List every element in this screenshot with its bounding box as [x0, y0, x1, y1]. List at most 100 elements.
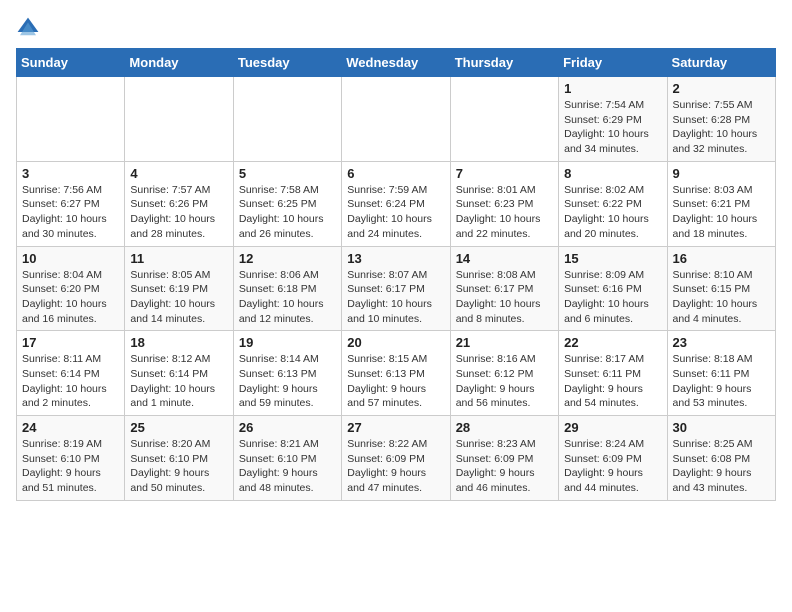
day-of-week-header: Wednesday	[342, 49, 450, 77]
day-number: 2	[673, 81, 770, 96]
day-info: Sunrise: 8:14 AM Sunset: 6:13 PM Dayligh…	[239, 352, 336, 411]
calendar-cell: 4 Sunrise: 7:57 AM Sunset: 6:26 PM Daylig…	[125, 161, 233, 246]
calendar-cell: 18 Sunrise: 8:12 AM Sunset: 6:14 PM Dayli…	[125, 331, 233, 416]
day-number: 4	[130, 166, 227, 181]
day-info: Sunrise: 8:09 AM Sunset: 6:16 PM Dayligh…	[564, 268, 661, 327]
calendar-cell: 6 Sunrise: 7:59 AM Sunset: 6:24 PM Daylig…	[342, 161, 450, 246]
day-number: 20	[347, 335, 444, 350]
day-info: Sunrise: 8:21 AM Sunset: 6:10 PM Dayligh…	[239, 437, 336, 496]
day-number: 8	[564, 166, 661, 181]
day-info: Sunrise: 7:58 AM Sunset: 6:25 PM Dayligh…	[239, 183, 336, 242]
calendar-cell: 8 Sunrise: 8:02 AM Sunset: 6:22 PM Daylig…	[559, 161, 667, 246]
day-number: 29	[564, 420, 661, 435]
logo-icon	[16, 16, 40, 40]
day-number: 11	[130, 251, 227, 266]
day-info: Sunrise: 8:06 AM Sunset: 6:18 PM Dayligh…	[239, 268, 336, 327]
day-number: 25	[130, 420, 227, 435]
day-of-week-header: Saturday	[667, 49, 775, 77]
day-info: Sunrise: 8:17 AM Sunset: 6:11 PM Dayligh…	[564, 352, 661, 411]
day-info: Sunrise: 8:12 AM Sunset: 6:14 PM Dayligh…	[130, 352, 227, 411]
calendar-cell	[17, 77, 125, 162]
day-info: Sunrise: 8:01 AM Sunset: 6:23 PM Dayligh…	[456, 183, 553, 242]
day-number: 13	[347, 251, 444, 266]
calendar-cell: 13Sunrise: 8:07 AM Sunset: 6:17 PM Dayli…	[342, 246, 450, 331]
calendar-cell: 3 Sunrise: 7:56 AM Sunset: 6:27 PM Daylig…	[17, 161, 125, 246]
calendar-cell: 9 Sunrise: 8:03 AM Sunset: 6:21 PM Daylig…	[667, 161, 775, 246]
day-number: 1	[564, 81, 661, 96]
calendar-cell	[125, 77, 233, 162]
day-number: 17	[22, 335, 119, 350]
calendar-cell: 7 Sunrise: 8:01 AM Sunset: 6:23 PM Daylig…	[450, 161, 558, 246]
day-info: Sunrise: 7:55 AM Sunset: 6:28 PM Dayligh…	[673, 98, 770, 157]
day-info: Sunrise: 8:20 AM Sunset: 6:10 PM Dayligh…	[130, 437, 227, 496]
day-info: Sunrise: 8:05 AM Sunset: 6:19 PM Dayligh…	[130, 268, 227, 327]
day-number: 27	[347, 420, 444, 435]
calendar-cell: 16 Sunrise: 8:10 AM Sunset: 6:15 PM Dayli…	[667, 246, 775, 331]
day-number: 19	[239, 335, 336, 350]
calendar-cell: 30 Sunrise: 8:25 AM Sunset: 6:08 PM Dayli…	[667, 416, 775, 501]
calendar-cell: 23 Sunrise: 8:18 AM Sunset: 6:11 PM Dayli…	[667, 331, 775, 416]
calendar-cell: 20 Sunrise: 8:15 AM Sunset: 6:13 PM Dayli…	[342, 331, 450, 416]
calendar-cell: 27 Sunrise: 8:22 AM Sunset: 6:09 PM Dayli…	[342, 416, 450, 501]
day-number: 6	[347, 166, 444, 181]
day-of-week-header: Sunday	[17, 49, 125, 77]
calendar-cell: 29 Sunrise: 8:24 AM Sunset: 6:09 PM Dayli…	[559, 416, 667, 501]
day-number: 26	[239, 420, 336, 435]
day-info: Sunrise: 8:10 AM Sunset: 6:15 PM Dayligh…	[673, 268, 770, 327]
calendar-cell: 22 Sunrise: 8:17 AM Sunset: 6:11 PM Dayli…	[559, 331, 667, 416]
day-number: 9	[673, 166, 770, 181]
day-info: Sunrise: 8:04 AM Sunset: 6:20 PM Dayligh…	[22, 268, 119, 327]
day-info: Sunrise: 8:24 AM Sunset: 6:09 PM Dayligh…	[564, 437, 661, 496]
day-number: 7	[456, 166, 553, 181]
day-info: Sunrise: 7:56 AM Sunset: 6:27 PM Dayligh…	[22, 183, 119, 242]
day-of-week-header: Thursday	[450, 49, 558, 77]
calendar-cell	[233, 77, 341, 162]
day-number: 24	[22, 420, 119, 435]
day-number: 21	[456, 335, 553, 350]
calendar-cell: 14 Sunrise: 8:08 AM Sunset: 6:17 PM Dayli…	[450, 246, 558, 331]
day-info: Sunrise: 8:23 AM Sunset: 6:09 PM Dayligh…	[456, 437, 553, 496]
day-info: Sunrise: 8:25 AM Sunset: 6:08 PM Dayligh…	[673, 437, 770, 496]
calendar-cell: 26 Sunrise: 8:21 AM Sunset: 6:10 PM Dayli…	[233, 416, 341, 501]
day-number: 12	[239, 251, 336, 266]
day-number: 30	[673, 420, 770, 435]
day-number: 22	[564, 335, 661, 350]
calendar-cell: 19 Sunrise: 8:14 AM Sunset: 6:13 PM Dayli…	[233, 331, 341, 416]
page-header	[16, 16, 776, 40]
calendar-cell: 24 Sunrise: 8:19 AM Sunset: 6:10 PM Dayli…	[17, 416, 125, 501]
calendar-cell: 5 Sunrise: 7:58 AM Sunset: 6:25 PM Daylig…	[233, 161, 341, 246]
logo	[16, 16, 44, 40]
day-info: Sunrise: 8:15 AM Sunset: 6:13 PM Dayligh…	[347, 352, 444, 411]
calendar-cell: 1Sunrise: 7:54 AM Sunset: 6:29 PM Daylig…	[559, 77, 667, 162]
day-info: Sunrise: 8:18 AM Sunset: 6:11 PM Dayligh…	[673, 352, 770, 411]
day-info: Sunrise: 7:59 AM Sunset: 6:24 PM Dayligh…	[347, 183, 444, 242]
day-number: 23	[673, 335, 770, 350]
day-info: Sunrise: 7:57 AM Sunset: 6:26 PM Dayligh…	[130, 183, 227, 242]
day-number: 14	[456, 251, 553, 266]
day-of-week-header: Tuesday	[233, 49, 341, 77]
calendar-cell: 17 Sunrise: 8:11 AM Sunset: 6:14 PM Dayli…	[17, 331, 125, 416]
calendar-cell: 10 Sunrise: 8:04 AM Sunset: 6:20 PM Dayli…	[17, 246, 125, 331]
day-of-week-header: Monday	[125, 49, 233, 77]
calendar-cell	[342, 77, 450, 162]
day-number: 16	[673, 251, 770, 266]
day-number: 18	[130, 335, 227, 350]
day-number: 10	[22, 251, 119, 266]
day-number: 3	[22, 166, 119, 181]
day-info: Sunrise: 8:03 AM Sunset: 6:21 PM Dayligh…	[673, 183, 770, 242]
calendar-cell: 11 Sunrise: 8:05 AM Sunset: 6:19 PM Dayli…	[125, 246, 233, 331]
day-info: Sunrise: 8:02 AM Sunset: 6:22 PM Dayligh…	[564, 183, 661, 242]
calendar-cell: 28 Sunrise: 8:23 AM Sunset: 6:09 PM Dayli…	[450, 416, 558, 501]
day-info: Sunrise: 8:16 AM Sunset: 6:12 PM Dayligh…	[456, 352, 553, 411]
calendar-cell: 2 Sunrise: 7:55 AM Sunset: 6:28 PM Daylig…	[667, 77, 775, 162]
day-info: Sunrise: 8:08 AM Sunset: 6:17 PM Dayligh…	[456, 268, 553, 327]
day-info: Sunrise: 8:19 AM Sunset: 6:10 PM Dayligh…	[22, 437, 119, 496]
calendar-table: SundayMondayTuesdayWednesdayThursdayFrid…	[16, 48, 776, 501]
day-number: 28	[456, 420, 553, 435]
day-info: Sunrise: 8:11 AM Sunset: 6:14 PM Dayligh…	[22, 352, 119, 411]
day-of-week-header: Friday	[559, 49, 667, 77]
day-info: Sunrise: 8:22 AM Sunset: 6:09 PM Dayligh…	[347, 437, 444, 496]
calendar-cell	[450, 77, 558, 162]
day-number: 5	[239, 166, 336, 181]
calendar-cell: 12 Sunrise: 8:06 AM Sunset: 6:18 PM Dayli…	[233, 246, 341, 331]
